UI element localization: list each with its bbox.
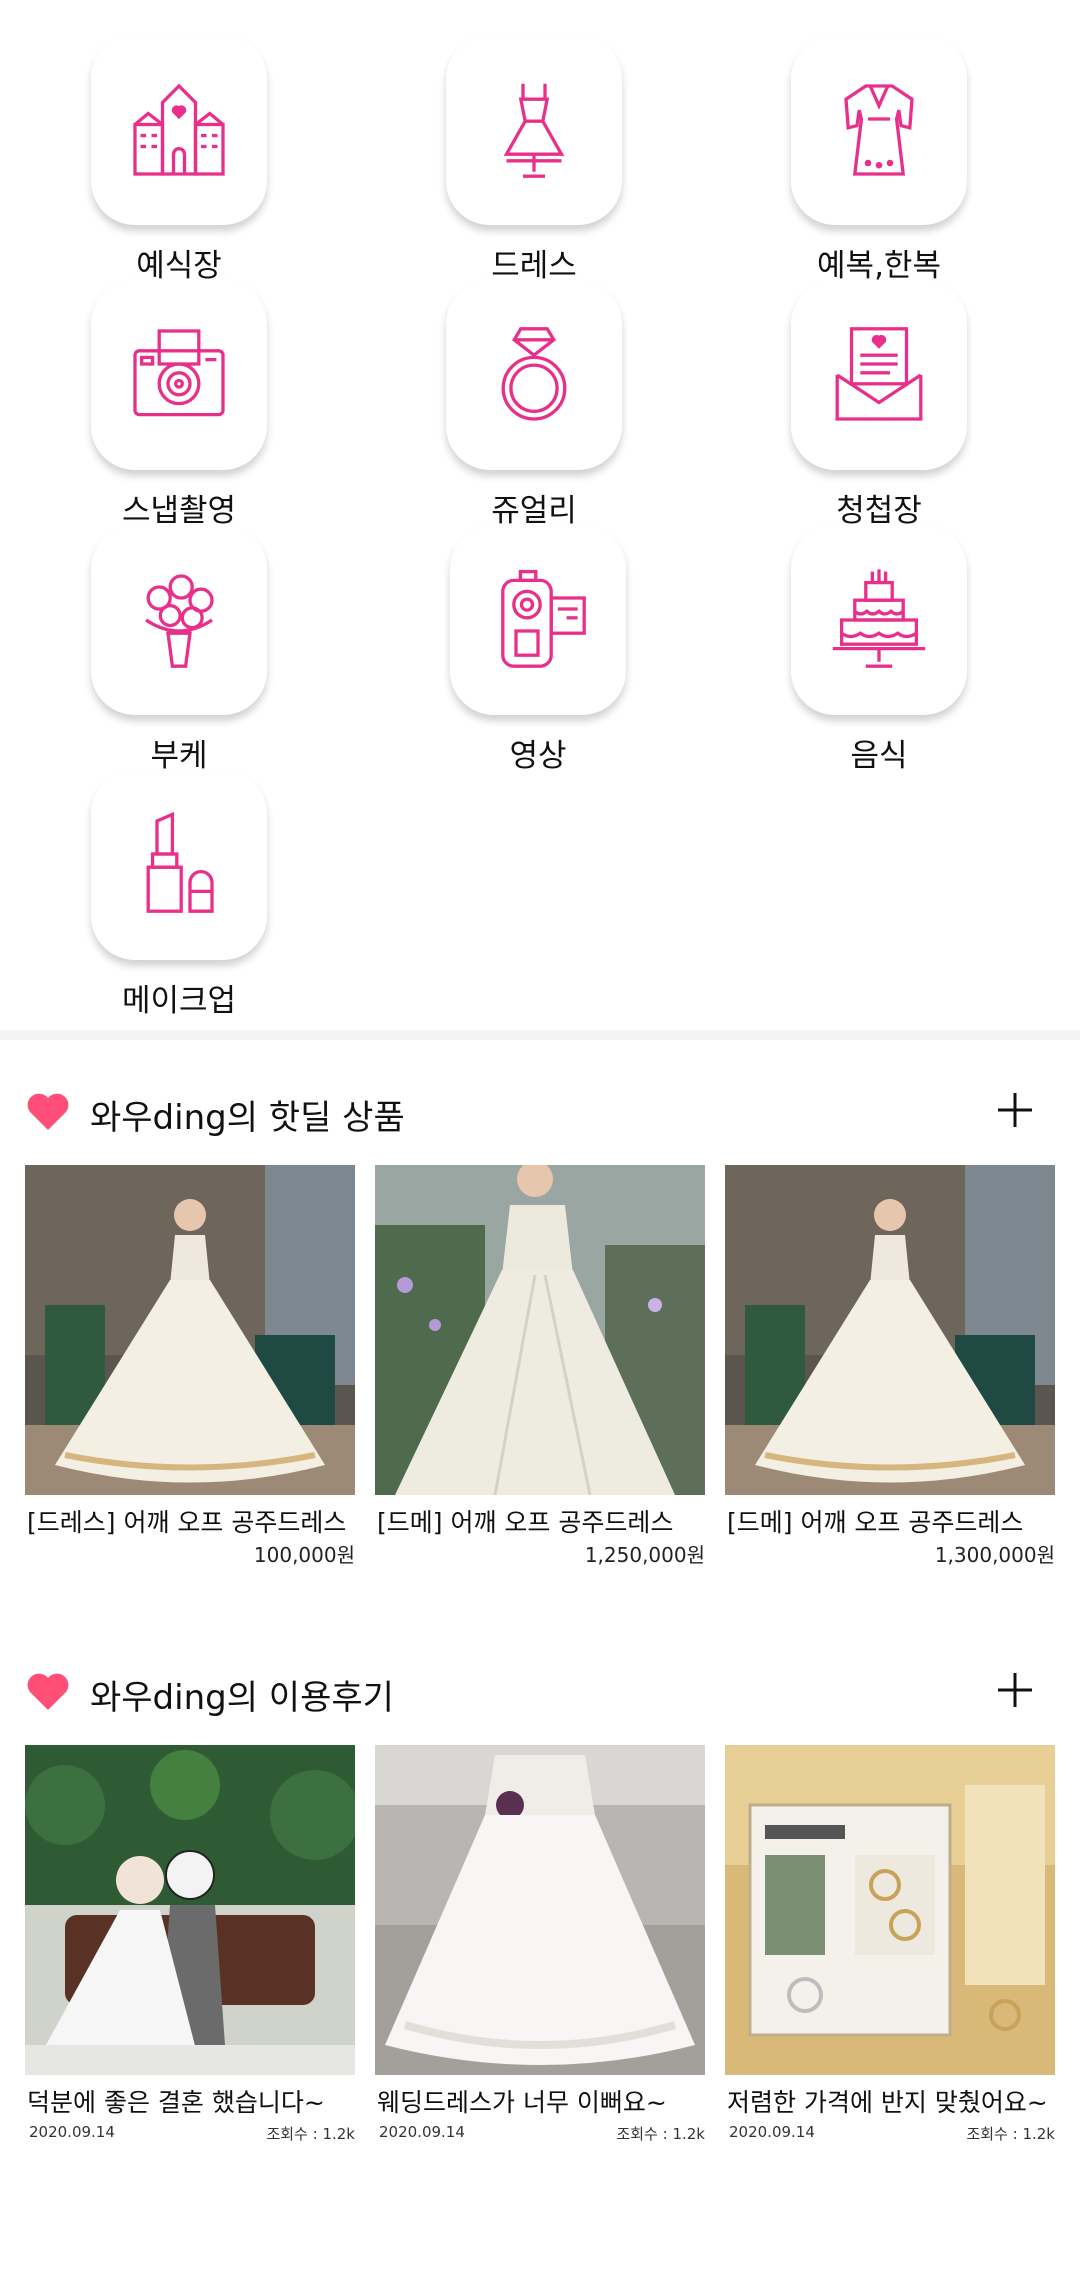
wedding-dress-photo: [375, 1165, 705, 1495]
category-tile[interactable]: [791, 280, 967, 470]
hanbok-icon: [844, 84, 914, 176]
dress-icon: [503, 83, 565, 178]
plus-icon[interactable]: [995, 1670, 1035, 1710]
lipstick-icon: [146, 811, 214, 913]
category-food[interactable]: 음식: [745, 525, 1005, 774]
couple-photo: [25, 1745, 355, 2075]
category-tile[interactable]: [446, 280, 622, 470]
product-photo[interactable]: [25, 1165, 355, 1495]
category-label: 메이크업: [121, 983, 237, 1019]
category-tile[interactable]: [91, 35, 267, 225]
category-jewelry[interactable]: 쥬얼리: [400, 280, 660, 529]
review-title: 웨딩드레스가 너무 이뻐요~: [377, 2088, 667, 2117]
product-name: [드레스] 어깨 오프 공주드레스: [27, 1508, 347, 1537]
product-photo[interactable]: [725, 1165, 1055, 1495]
category-tile[interactable]: [450, 525, 626, 715]
product-price: 1,250,000원: [584, 1543, 705, 1567]
review-date: 2020.09.14: [379, 2123, 465, 2141]
product-name: [드메] 어깨 오프 공주드레스: [377, 1508, 674, 1537]
category-grid: 예식장 드레스 예복,한복 스냅촬영 쥬얼리 청첩장 부케 영상 음식 메이크업: [0, 0, 1080, 1030]
review-title: 저렴한 가격에 반지 맞췄어요~: [727, 2088, 1048, 2117]
review-views: 조회수 : 1.2k: [266, 2125, 355, 2143]
ring-display-photo: [725, 1745, 1055, 2075]
camera-icon: [133, 329, 225, 417]
category-invitation[interactable]: 청첩장: [745, 280, 1005, 529]
heart-icon: [27, 1093, 69, 1130]
category-snap-photo[interactable]: 스냅촬영: [45, 280, 305, 529]
review-date: 2020.09.14: [29, 2123, 115, 2141]
category-label: 음식: [850, 738, 908, 774]
reviews-header: 와우ding의 이용후기: [0, 1658, 1080, 1728]
review-title: 덕분에 좋은 결혼 했습니다~: [27, 2088, 325, 2117]
product-price: 1,300,000원: [934, 1543, 1055, 1567]
section-divider: [0, 1030, 1080, 1040]
hot-deals-list: [드레스] 어깨 오프 공주드레스 100,000원 [드메] 어깨 오프 공주…: [0, 1165, 1080, 1575]
wedding-dress-photo: [25, 1165, 355, 1495]
category-dress[interactable]: 드레스: [400, 35, 660, 284]
review-views: 조회수 : 1.2k: [966, 2125, 1055, 2143]
category-label: 쥬얼리: [491, 493, 577, 529]
category-label: 스냅촬영: [121, 493, 237, 529]
category-tile[interactable]: [91, 770, 267, 960]
heart-icon: [27, 1673, 69, 1710]
product-name: [드메] 어깨 오프 공주드레스: [727, 1508, 1024, 1537]
wedding-dress-photo: [375, 1745, 705, 2075]
product-photo[interactable]: [375, 1165, 705, 1495]
video-camera-icon: [501, 569, 586, 668]
reviews-list: 덕분에 좋은 결혼 했습니다~ 2020.09.14 조회수 : 1.2k 웨딩…: [0, 1745, 1080, 2155]
section-title: 와우ding의 핫딜 상품: [90, 1098, 405, 1138]
category-tile[interactable]: [791, 35, 967, 225]
category-tile[interactable]: [446, 35, 622, 225]
category-makeup[interactable]: 메이크업: [45, 770, 305, 1019]
category-tile[interactable]: [791, 525, 967, 715]
review-photo[interactable]: [375, 1745, 705, 2075]
review-views: 조회수 : 1.2k: [616, 2125, 705, 2143]
category-tile[interactable]: [91, 525, 267, 715]
review-photo[interactable]: [725, 1745, 1055, 2075]
category-label: 드레스: [491, 248, 577, 284]
hot-deals-header: 와우ding의 핫딜 상품: [0, 1078, 1080, 1148]
category-bouquet[interactable]: 부케: [45, 525, 305, 774]
category-label: 영상: [509, 738, 567, 774]
review-date: 2020.09.14: [729, 2123, 815, 2141]
wedding-hall-icon: [133, 83, 225, 176]
invitation-icon: [835, 327, 923, 421]
section-title: 와우ding의 이용후기: [90, 1678, 394, 1718]
category-video[interactable]: 영상: [404, 525, 664, 774]
category-label: 예복,한복: [817, 248, 941, 284]
category-wedding-hall[interactable]: 예식장: [45, 35, 305, 284]
product-price: 100,000원: [253, 1543, 355, 1567]
cake-icon: [832, 569, 926, 668]
category-hanbok[interactable]: 예복,한복: [745, 35, 1005, 284]
category-tile[interactable]: [91, 280, 267, 470]
plus-icon[interactable]: [995, 1090, 1035, 1130]
bouquet-icon: [145, 574, 214, 668]
category-label: 예식장: [136, 248, 222, 284]
review-photo[interactable]: [25, 1745, 355, 2075]
wedding-dress-photo: [725, 1165, 1055, 1495]
category-label: 청첩장: [836, 493, 922, 529]
category-label: 부케: [150, 738, 208, 774]
ring-icon: [501, 327, 567, 421]
